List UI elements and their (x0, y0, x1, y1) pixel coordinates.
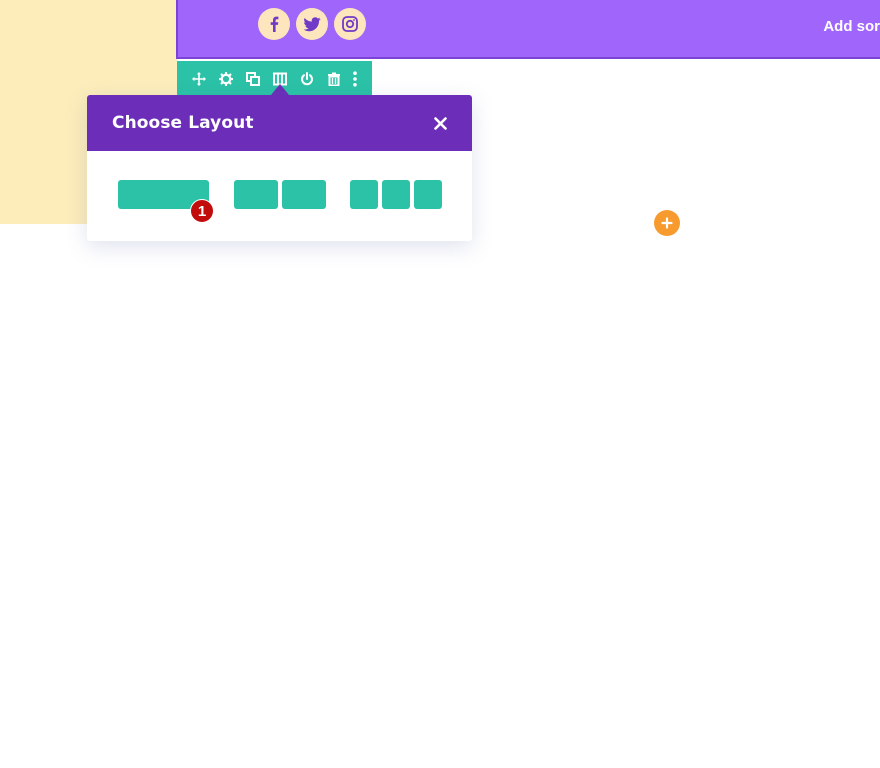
twitter-icon[interactable] (296, 8, 328, 40)
modal-title: Choose Layout (112, 113, 254, 133)
power-icon[interactable] (299, 71, 315, 87)
move-icon[interactable] (191, 71, 207, 87)
duplicate-icon[interactable] (245, 71, 261, 87)
add-row-button[interactable] (654, 210, 680, 236)
header-text: Add sor (823, 18, 880, 35)
choose-layout-modal: Choose Layout (87, 95, 472, 241)
close-icon[interactable] (432, 115, 448, 131)
modal-pointer (271, 84, 289, 95)
layout-column (350, 180, 378, 209)
instagram-icon[interactable] (334, 8, 366, 40)
step-badge: 1 (190, 199, 214, 223)
trash-icon[interactable] (326, 71, 342, 87)
layout-two-columns[interactable] (234, 180, 326, 209)
plus-icon (661, 217, 673, 229)
layout-column (234, 180, 278, 209)
modal-header: Choose Layout (87, 95, 472, 151)
layout-column (382, 180, 410, 209)
more-icon[interactable] (347, 71, 363, 87)
gear-icon[interactable] (218, 71, 234, 87)
facebook-icon[interactable] (258, 8, 290, 40)
layout-column (282, 180, 326, 209)
layout-three-columns[interactable] (350, 180, 442, 209)
layout-column (414, 180, 442, 209)
header-row: Add sor (176, 0, 880, 59)
